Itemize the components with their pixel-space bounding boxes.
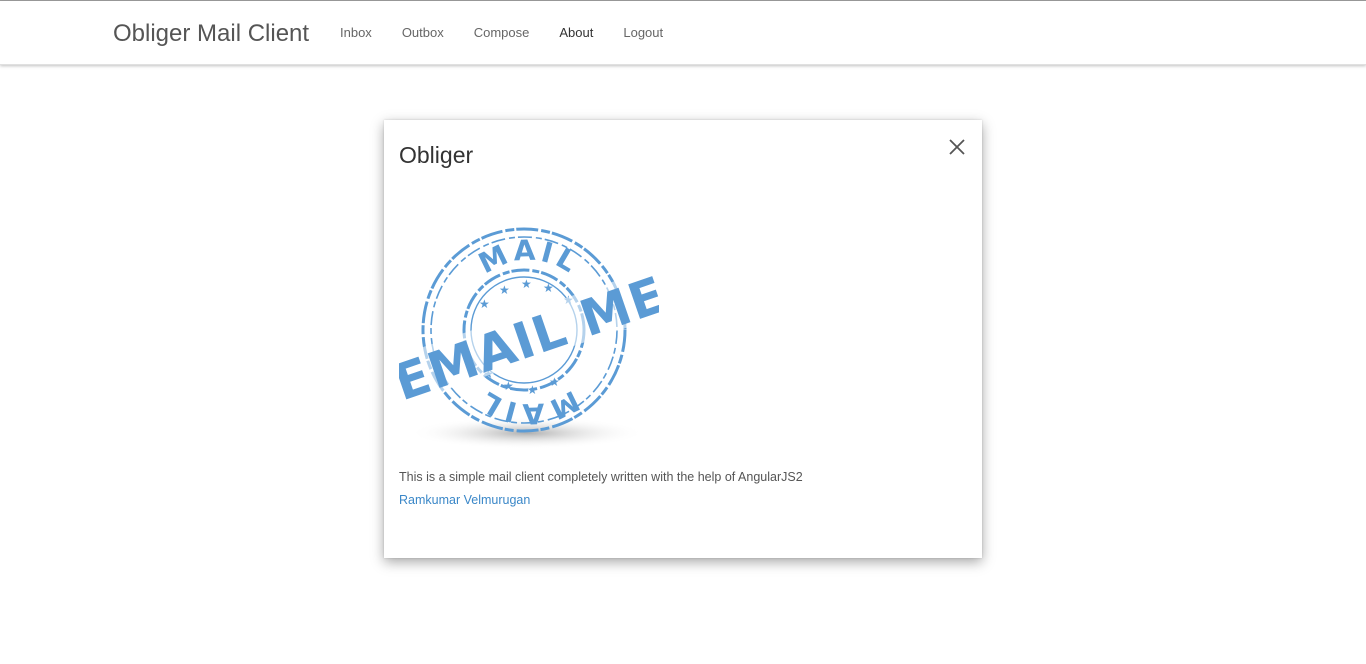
close-icon xyxy=(946,136,968,158)
nav-item-logout[interactable]: Logout xyxy=(608,1,678,65)
close-button[interactable] xyxy=(946,136,968,158)
top-navbar: Obliger Mail Client Inbox Outbox Compose… xyxy=(0,1,1366,65)
email-me-stamp-image: MAIL MAIL ★ ★ ★ ★ ★ ★ ★ ★ ★ EMAIL ME xyxy=(387,218,673,458)
svg-text:★: ★ xyxy=(521,277,532,291)
nav-item-outbox[interactable]: Outbox xyxy=(387,1,459,65)
svg-text:★: ★ xyxy=(549,375,560,389)
nav-item-compose[interactable]: Compose xyxy=(459,1,545,65)
svg-text:★: ★ xyxy=(543,281,554,295)
nav-item-inbox[interactable]: Inbox xyxy=(325,1,387,65)
brand-title[interactable]: Obliger Mail Client xyxy=(113,19,309,49)
svg-text:★: ★ xyxy=(499,283,510,297)
svg-text:★: ★ xyxy=(479,297,490,311)
about-modal: Obliger MAIL MAIL ★ ★ ★ ★ ★ ★ ★ EMAIL ME… xyxy=(384,120,982,558)
nav-item-about[interactable]: About xyxy=(544,1,608,65)
svg-text:★: ★ xyxy=(527,383,538,397)
nav-menu: Inbox Outbox Compose About Logout xyxy=(325,1,678,65)
svg-text:★: ★ xyxy=(503,379,514,393)
author-link[interactable]: Ramkumar Velmurugan xyxy=(399,493,530,507)
description-text: This is a simple mail client completely … xyxy=(399,470,803,484)
modal-title: Obliger xyxy=(399,142,474,168)
